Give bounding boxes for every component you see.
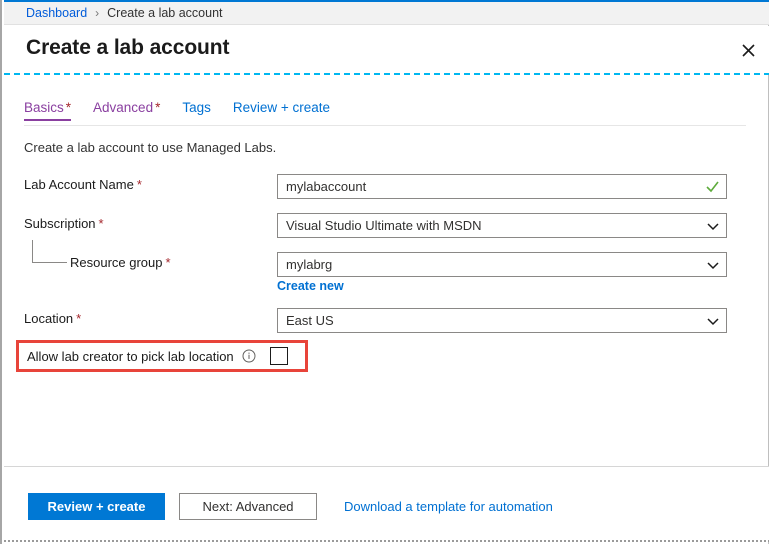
tab-advanced-label: Advanced: [93, 100, 154, 115]
page-title: Create a lab account: [26, 36, 230, 59]
tab-tags[interactable]: Tags: [182, 100, 211, 121]
chevron-down-icon: [706, 258, 720, 272]
location-value: East US: [286, 313, 334, 328]
resource-group-required: *: [165, 255, 171, 270]
allow-lab-creator-label: Allow lab creator to pick lab location: [27, 348, 234, 364]
lab-account-name-label-text: Lab Account Name: [24, 177, 134, 192]
allow-lab-creator-highlight: Allow lab creator to pick lab location: [16, 340, 308, 372]
create-lab-account-blade: Dashboard › Create a lab account Create …: [0, 0, 769, 544]
close-icon[interactable]: [734, 36, 762, 64]
title-bar: Create a lab account: [4, 26, 769, 74]
tab-strip: Basics * Advanced * Tags Review + create: [24, 100, 330, 126]
location-required: *: [76, 311, 82, 326]
location-label: Location *: [24, 311, 81, 326]
resource-group-label: Resource group *: [70, 255, 171, 270]
location-label-text: Location: [24, 311, 74, 326]
form-description: Create a lab account to use Managed Labs…: [24, 140, 277, 155]
footer-dotted-divider: [4, 540, 769, 542]
resource-group-value: mylabrg: [286, 257, 333, 272]
field-row-subscription: Subscription * Visual Studio Ultimate wit…: [24, 213, 746, 238]
chevron-down-icon: [706, 219, 720, 233]
subscription-dropdown[interactable]: Visual Studio Ultimate with MSDN: [277, 213, 727, 238]
subscription-label-text: Subscription: [24, 216, 96, 231]
subscription-label: Subscription *: [24, 216, 104, 231]
review-create-button[interactable]: Review + create: [28, 493, 165, 520]
create-new-resource-group-link[interactable]: Create new: [277, 279, 344, 293]
next-advanced-button[interactable]: Next: Advanced: [179, 493, 317, 520]
resource-group-label-text: Resource group: [70, 255, 163, 270]
resource-group-dropdown[interactable]: mylabrg: [277, 252, 727, 277]
check-icon: [705, 179, 720, 194]
field-row-resource-group: Resource group * mylabrg: [24, 252, 746, 277]
lab-account-name-label: Lab Account Name *: [24, 177, 142, 192]
subscription-required: *: [98, 216, 104, 231]
breadcrumb-separator-icon: ›: [95, 6, 100, 20]
tab-tags-label: Tags: [182, 100, 211, 115]
allow-lab-creator-checkbox[interactable]: [269, 347, 288, 365]
lab-account-name-value: mylabaccount: [286, 179, 367, 194]
breadcrumb-dashboard-link[interactable]: Dashboard: [26, 6, 87, 20]
field-row-lab-account-name: Lab Account Name * mylabaccount: [24, 174, 746, 199]
field-row-location: Location * East US: [24, 308, 746, 333]
tab-review-create[interactable]: Review + create: [233, 100, 330, 121]
lab-account-name-required: *: [136, 177, 142, 192]
info-icon[interactable]: [242, 349, 256, 363]
download-template-link[interactable]: Download a template for automation: [344, 499, 553, 514]
breadcrumb: Dashboard › Create a lab account: [4, 2, 769, 25]
chevron-down-icon: [706, 314, 720, 328]
lab-account-name-input[interactable]: mylabaccount: [277, 174, 727, 199]
tab-advanced-required: *: [155, 100, 161, 115]
tab-basics[interactable]: Basics *: [24, 100, 72, 121]
tab-advanced[interactable]: Advanced *: [93, 100, 160, 121]
tab-basics-label: Basics: [24, 100, 64, 115]
subscription-value: Visual Studio Ultimate with MSDN: [286, 218, 482, 233]
tab-basics-required: *: [65, 100, 72, 115]
tab-review-create-label: Review + create: [232, 100, 331, 115]
location-dropdown[interactable]: East US: [277, 308, 727, 333]
header-dashed-divider: [4, 73, 769, 75]
footer-action-bar: Review + create Next: Advanced Download …: [4, 467, 769, 542]
breadcrumb-current: Create a lab account: [107, 6, 223, 20]
